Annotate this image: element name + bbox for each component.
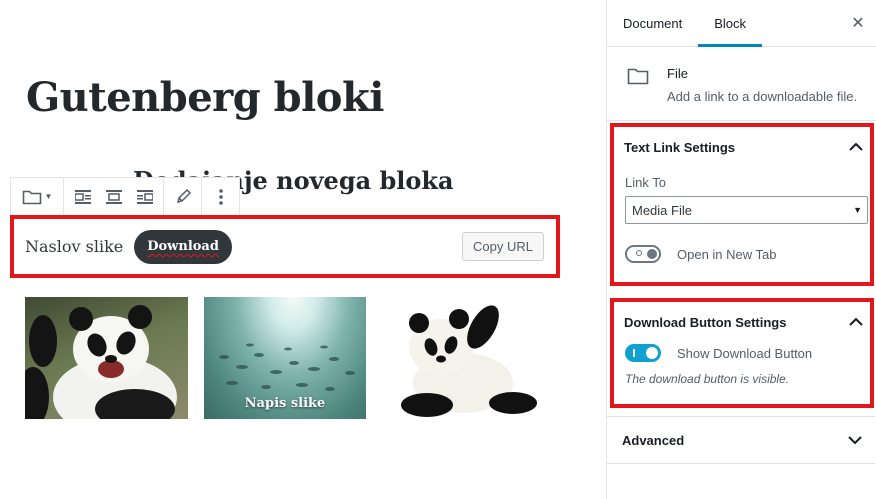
show-download-help: The download button is visible.	[625, 372, 790, 386]
sidebar-tabs: Document Block ✕	[607, 0, 876, 47]
more-vertical-icon	[218, 188, 223, 205]
block-card-title: File	[667, 66, 688, 81]
chevron-up-icon	[849, 142, 863, 151]
gallery-image-panda-waving[interactable]	[25, 297, 188, 419]
text-link-settings-toggle[interactable]: Text Link Settings	[614, 127, 870, 167]
close-icon: ✕	[851, 15, 865, 32]
more-options-button[interactable]	[205, 178, 236, 215]
panda-cub-image	[401, 305, 537, 417]
link-to-label: Link To	[625, 175, 666, 190]
open-new-tab-row: Open in New Tab	[625, 245, 870, 263]
align-right-icon	[136, 189, 153, 204]
open-new-tab-toggle[interactable]	[625, 245, 661, 263]
link-to-value: Media File	[632, 202, 692, 218]
gallery-image-panda-cub[interactable]	[383, 297, 543, 419]
edit-button[interactable]	[167, 178, 198, 215]
advanced-panel-toggle[interactable]: Advanced	[607, 416, 875, 464]
chevron-up-icon	[849, 317, 863, 326]
align-left-button[interactable]	[67, 178, 98, 215]
file-name-text[interactable]: Naslov slike	[25, 237, 123, 256]
panda-waving-image	[25, 305, 177, 419]
dropdown-arrow-icon: ▼	[853, 205, 862, 215]
show-download-row: Show Download Button	[625, 344, 870, 362]
tab-block[interactable]: Block	[698, 0, 762, 47]
text-link-settings-panel: Text Link Settings Link To Media File ▼ …	[610, 123, 874, 286]
copy-url-button[interactable]: Copy URL	[462, 232, 544, 261]
open-new-tab-label[interactable]: Open in New Tab	[677, 247, 777, 262]
align-center-icon	[105, 189, 122, 204]
folder-icon	[627, 68, 649, 85]
editor-canvas: Gutenberg bloki Dodajanje novega bloka ▼	[0, 0, 606, 499]
align-center-button[interactable]	[98, 178, 129, 215]
block-switcher-button[interactable]: ▼	[14, 178, 60, 215]
panel-title: Text Link Settings	[624, 139, 735, 155]
show-download-toggle[interactable]	[625, 344, 661, 362]
post-title[interactable]: Gutenberg bloki	[26, 74, 384, 121]
download-button-label: Download	[147, 239, 219, 254]
download-button-settings-toggle[interactable]: Download Button Settings	[614, 302, 870, 342]
download-button-settings-panel: Download Button Settings Show Download B…	[610, 298, 874, 408]
align-right-button[interactable]	[129, 178, 160, 215]
block-card-description: Add a link to a downloadable file.	[667, 89, 858, 104]
file-block[interactable]: Naslov slike Download Copy URL	[10, 215, 560, 278]
block-toolbar: ▼	[10, 177, 240, 216]
align-left-icon	[74, 189, 91, 204]
block-card: File Add a link to a downloadable file.	[607, 47, 876, 121]
folder-icon	[22, 190, 41, 204]
chevron-down-icon: ▼	[44, 192, 53, 201]
chevron-down-icon	[848, 436, 862, 445]
pencil-icon	[176, 188, 191, 203]
show-download-label[interactable]: Show Download Button	[677, 346, 812, 361]
close-sidebar-button[interactable]: ✕	[846, 11, 870, 35]
panel-title: Advanced	[622, 432, 685, 448]
link-to-select[interactable]: Media File ▼	[625, 196, 868, 224]
settings-sidebar: Document Block ✕ File Add a link to a do…	[606, 0, 876, 499]
tab-document[interactable]: Document	[607, 0, 698, 46]
gallery-image-fish[interactable]: Napis slike	[204, 297, 366, 419]
download-button[interactable]: Download	[134, 229, 232, 264]
gallery-caption[interactable]: Napis slike	[204, 396, 366, 411]
panel-title: Download Button Settings	[624, 314, 787, 330]
